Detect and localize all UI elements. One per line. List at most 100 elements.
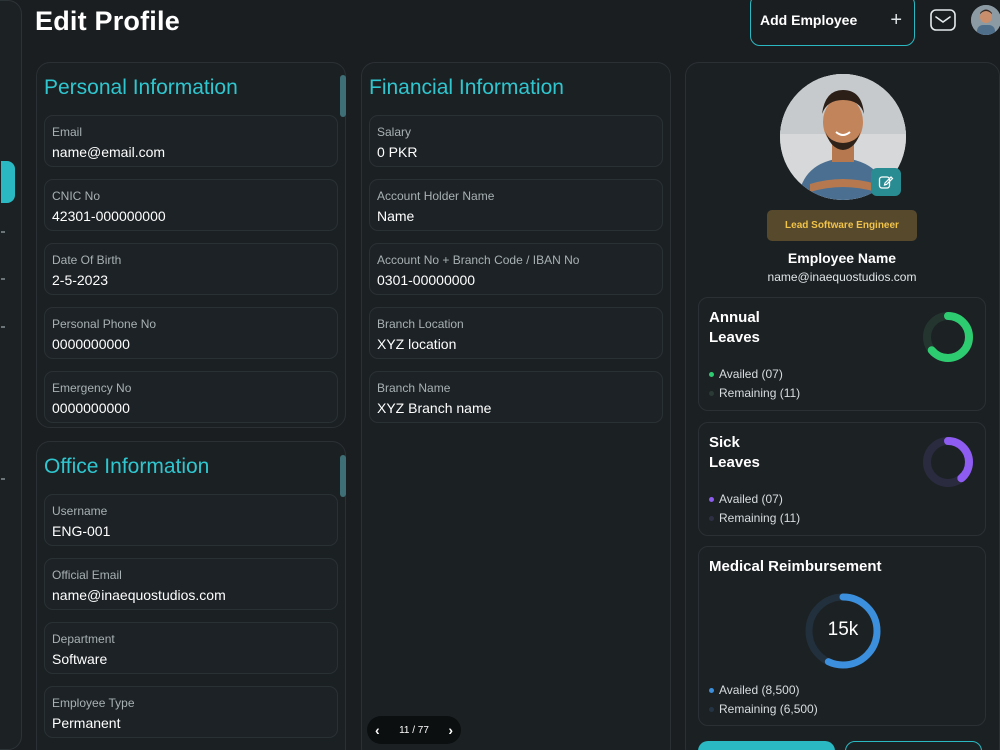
branch-name-value: XYZ Branch name bbox=[377, 400, 492, 416]
sick-availed-text: Availed (07) bbox=[719, 492, 783, 506]
annual-leaves-donut bbox=[923, 312, 973, 362]
emergency-value: 0000000000 bbox=[52, 400, 130, 416]
medical-center-value: 15k bbox=[827, 619, 859, 640]
username-label: Username bbox=[52, 504, 108, 518]
office-scrollbar[interactable] bbox=[340, 455, 346, 497]
department-label: Department bbox=[52, 632, 115, 646]
department-value: Software bbox=[52, 651, 108, 667]
emergency-label: Emergency No bbox=[52, 381, 132, 395]
official-email-label: Official Email bbox=[52, 568, 122, 582]
medical-availed-text: Availed (8,500) bbox=[719, 683, 800, 697]
annual-title-line2: Leaves bbox=[709, 329, 760, 346]
mail-icon[interactable] bbox=[930, 9, 956, 31]
save-button[interactable] bbox=[698, 741, 835, 750]
medical-remaining-legend: Remaining (6,500) bbox=[709, 702, 818, 716]
sick-leaves-card: Sick Leaves Availed (07) Remaining (11) bbox=[698, 422, 986, 536]
department-field[interactable]: Department Software bbox=[44, 622, 338, 674]
account-holder-value: Name bbox=[377, 208, 415, 224]
medical-title: Medical Reimbursement bbox=[709, 558, 882, 575]
cnic-field[interactable]: CNIC No 42301-000000000 bbox=[44, 179, 338, 231]
pager: ‹ 11 / 77 › bbox=[367, 716, 461, 744]
pager-text: 11 / 77 bbox=[399, 724, 429, 736]
employee-name: Employee Name bbox=[787, 250, 897, 266]
edit-icon-glyph bbox=[878, 176, 894, 189]
annual-availed-text: Availed (07) bbox=[719, 367, 783, 381]
avatar[interactable] bbox=[971, 5, 1000, 35]
annual-title-line1: Annual bbox=[709, 309, 760, 326]
official-email-value: name@inaequostudios.com bbox=[52, 587, 226, 603]
account-number-value: 0301-00000000 bbox=[377, 272, 476, 288]
cnic-label: CNIC No bbox=[52, 189, 101, 203]
account-holder-field[interactable]: Account Holder Name Name bbox=[369, 179, 663, 231]
medical-availed-legend: Availed (8,500) bbox=[709, 683, 800, 697]
salary-field[interactable]: Salary 0 PKR bbox=[369, 115, 663, 167]
sick-availed-legend: Availed (07) bbox=[709, 492, 783, 506]
sidebar-active-item[interactable] bbox=[1, 161, 15, 203]
availed-dot bbox=[709, 496, 714, 502]
email-value: name@email.com bbox=[52, 144, 166, 160]
branch-name-field[interactable]: Branch Name XYZ Branch name bbox=[369, 371, 663, 423]
personal-scrollbar[interactable] bbox=[340, 75, 346, 117]
medical-remaining-text: Remaining (6,500) bbox=[719, 702, 818, 716]
branch-location-field[interactable]: Branch Location XYZ location bbox=[369, 307, 663, 359]
financial-info-title: Financial Information bbox=[369, 76, 564, 99]
avatar-image bbox=[971, 5, 1000, 35]
sick-leaves-donut bbox=[923, 437, 973, 487]
branch-name-label: Branch Name bbox=[377, 381, 451, 395]
sidebar-item-marker[interactable] bbox=[1, 478, 5, 480]
sidebar-item-marker[interactable] bbox=[1, 326, 5, 328]
annual-leaves-title: Annual Leaves bbox=[709, 308, 760, 348]
add-employee-label: Add Employee bbox=[760, 12, 858, 28]
annual-remaining-legend: Remaining (11) bbox=[709, 386, 800, 400]
add-employee-button[interactable]: Add Employee + bbox=[750, 0, 915, 46]
chevron-right-icon[interactable]: › bbox=[448, 722, 453, 738]
remaining-dot bbox=[709, 515, 714, 521]
salary-value: 0 PKR bbox=[377, 144, 418, 160]
emergency-field[interactable]: Emergency No 0000000000 bbox=[44, 371, 338, 423]
employee-type-field[interactable]: Employee Type Permanent bbox=[44, 686, 338, 738]
dob-field[interactable]: Date Of Birth 2-5-2023 bbox=[44, 243, 338, 295]
personal-phone-label: Personal Phone No bbox=[52, 317, 157, 331]
account-number-label: Account No + Branch Code / IBAN No bbox=[377, 253, 580, 267]
employee-type-label: Employee Type bbox=[52, 696, 135, 710]
official-email-field[interactable]: Official Email name@inaequostudios.com bbox=[44, 558, 338, 610]
dob-value: 2-5-2023 bbox=[52, 272, 109, 288]
sick-remaining-text: Remaining (11) bbox=[719, 511, 801, 525]
remaining-dot bbox=[709, 390, 714, 396]
plus-icon: + bbox=[890, 8, 902, 31]
annual-availed-legend: Availed (07) bbox=[709, 367, 783, 381]
personal-phone-field[interactable]: Personal Phone No 0000000000 bbox=[44, 307, 338, 359]
employee-type-value: Permanent bbox=[52, 715, 121, 731]
cancel-button[interactable] bbox=[845, 741, 982, 750]
account-number-field[interactable]: Account No + Branch Code / IBAN No 0301-… bbox=[369, 243, 663, 295]
annual-remaining-text: Remaining (11) bbox=[719, 386, 801, 400]
sidebar-item-marker[interactable] bbox=[1, 278, 5, 280]
personal-phone-value: 0000000000 bbox=[52, 336, 130, 352]
sidebar-item-marker[interactable] bbox=[1, 231, 5, 233]
page-title: Edit Profile bbox=[35, 6, 180, 36]
office-info-title: Office Information bbox=[44, 455, 210, 478]
sick-title-line2: Leaves bbox=[709, 454, 760, 471]
availed-dot bbox=[709, 687, 714, 693]
edit-icon[interactable] bbox=[871, 168, 901, 196]
email-field[interactable]: Email name@email.com bbox=[44, 115, 338, 167]
username-value: ENG-001 bbox=[52, 523, 111, 539]
branch-location-value: XYZ location bbox=[377, 336, 457, 352]
employee-email: name@inaequostudios.com bbox=[767, 270, 917, 284]
account-holder-label: Account Holder Name bbox=[377, 189, 495, 203]
annual-leaves-card: Annual Leaves Availed (07) Remaining (11… bbox=[698, 297, 986, 411]
email-label: Email bbox=[52, 125, 83, 139]
sick-remaining-legend: Remaining (11) bbox=[709, 511, 800, 525]
username-field[interactable]: Username ENG-001 bbox=[44, 494, 338, 546]
branch-location-label: Branch Location bbox=[377, 317, 464, 331]
remaining-dot bbox=[709, 706, 714, 712]
medical-reimbursement-card: Medical Reimbursement 15k Availed (8,500… bbox=[698, 546, 986, 726]
cnic-value: 42301-000000000 bbox=[52, 208, 166, 224]
role-badge: Lead Software Engineer bbox=[767, 210, 917, 241]
dob-label: Date Of Birth bbox=[52, 253, 122, 267]
sidebar bbox=[0, 0, 22, 750]
chevron-left-icon[interactable]: ‹ bbox=[375, 722, 380, 738]
salary-label: Salary bbox=[377, 125, 412, 139]
personal-info-title: Personal Information bbox=[44, 76, 238, 99]
availed-dot bbox=[709, 371, 714, 377]
